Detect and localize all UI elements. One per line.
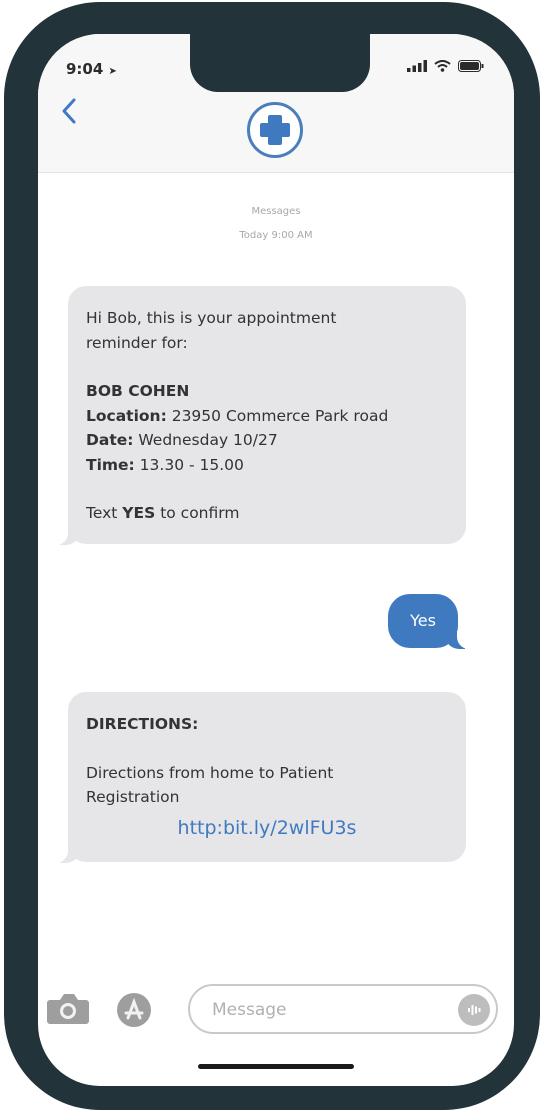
confirm-suffix: to confirm [155,504,240,522]
confirm-keyword: YES [122,504,156,522]
contact-avatar[interactable] [247,102,303,158]
reply-text: Yes [410,611,436,630]
directions-body: Directions from home to Patient Registra… [86,763,334,807]
camera-notch [190,34,370,92]
bubble-tail [50,845,80,863]
thread-service-label: Messages [251,206,301,217]
home-indicator[interactable] [198,1064,354,1069]
location-value: 23950 Commerce Park road [166,406,389,425]
message-placeholder: Message [212,1000,287,1020]
patient-name: BOB COHEN [86,382,190,400]
message-input[interactable]: Message [188,984,498,1034]
thread-timestamp: Today 9:00 AM [239,230,313,241]
confirm-prefix: Text [86,504,123,522]
back-chevron-icon[interactable] [60,96,78,130]
directions-message-bubble: DIRECTIONS: Directions from home to Pati… [50,692,466,863]
time-value: 13.30 - 15.00 [134,455,244,474]
reminder-message-bubble: Hi Bob, this is your appointment reminde… [50,286,466,545]
medical-cross-icon [260,115,290,145]
reminder-greeting: Hi Bob, this is your appointment reminde… [86,309,337,352]
status-icons [407,60,484,72]
bubble-tail [445,631,475,649]
time-label: Time: [86,455,135,474]
voice-send-icon[interactable] [458,994,490,1026]
wifi-icon [434,60,451,72]
directions-title: DIRECTIONS: [86,715,199,733]
phone-frame: 9:04 ➤ Messages Today 9:00 AM Hi Bob, th… [4,2,540,1110]
camera-icon[interactable] [46,992,90,1030]
compose-bar: Message [38,974,514,1044]
date-label: Date: [86,431,134,449]
directions-link[interactable]: http:bit.ly/2wlFU3s [86,816,448,841]
reply-message-bubble: Yes [388,594,475,649]
bubble-tail [50,527,80,545]
location-label: Location: [86,406,167,425]
signal-icon [407,60,427,72]
screen: 9:04 ➤ Messages Today 9:00 AM Hi Bob, th… [38,34,514,1086]
status-time: 9:04 ➤ [66,60,117,78]
battery-icon [458,60,484,72]
app-store-icon[interactable] [116,992,152,1032]
date-value: Wednesday 10/27 [133,431,278,449]
